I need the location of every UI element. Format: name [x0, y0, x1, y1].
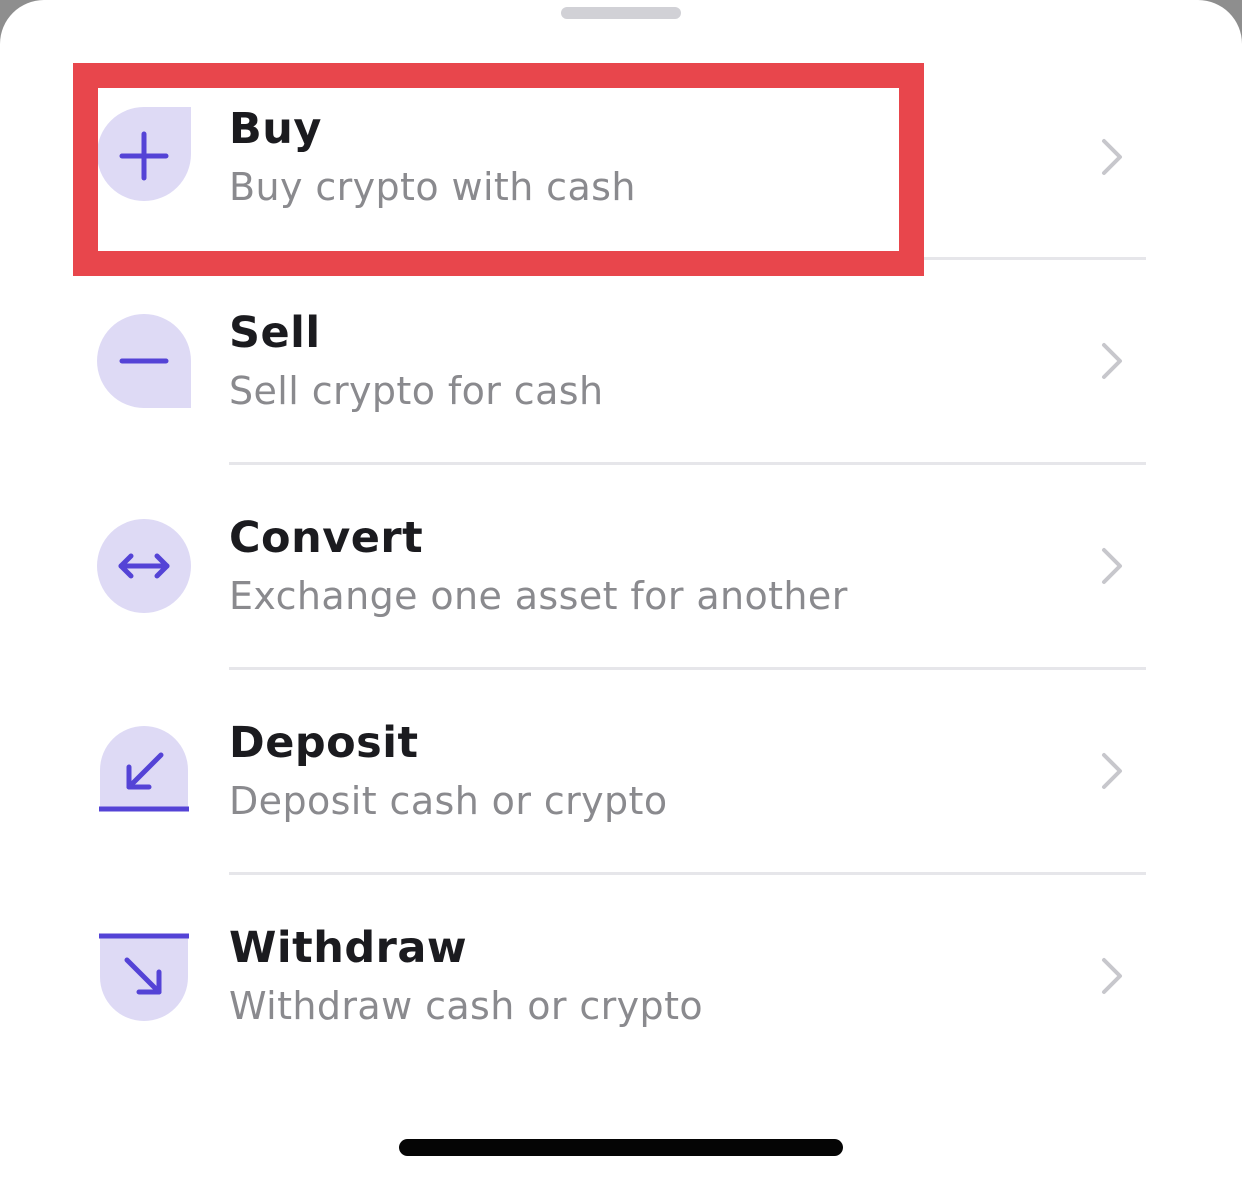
deposit-title: Deposit [229, 718, 419, 768]
withdraw-subtitle: Withdraw cash or crypto [229, 984, 704, 1028]
minus-icon [97, 314, 191, 408]
chevron-right-icon [1098, 546, 1128, 586]
divider [229, 872, 1146, 875]
deposit-row[interactable]: Deposit Deposit cash or crypto [0, 672, 1242, 877]
buy-title: Buy [229, 104, 322, 154]
plus-icon [97, 107, 191, 201]
withdraw-row[interactable]: Withdraw Withdraw cash or crypto [0, 877, 1242, 1082]
deposit-subtitle: Deposit cash or crypto [229, 779, 668, 823]
divider [229, 462, 1146, 465]
buy-row[interactable]: Buy Buy crypto with cash [0, 60, 1242, 265]
buy-subtitle: Buy crypto with cash [229, 165, 636, 209]
divider [229, 667, 1146, 670]
convert-row[interactable]: Convert Exchange one asset for another [0, 467, 1242, 672]
chevron-right-icon [1098, 341, 1128, 381]
convert-subtitle: Exchange one asset for another [229, 574, 848, 618]
convert-title: Convert [229, 513, 424, 563]
sell-subtitle: Sell crypto for cash [229, 369, 604, 413]
sell-row[interactable]: Sell Sell crypto for cash [0, 262, 1242, 467]
arrow-down-right-out-of-tray-icon [97, 932, 191, 1024]
chevron-right-icon [1098, 956, 1128, 996]
arrows-horizontal-icon [97, 519, 191, 613]
sheet-grabber[interactable] [561, 7, 681, 19]
arrow-down-left-into-tray-icon [97, 723, 191, 815]
chevron-right-icon [1098, 751, 1128, 791]
home-indicator [399, 1139, 843, 1156]
chevron-right-icon [1098, 137, 1128, 177]
withdraw-title: Withdraw [229, 923, 468, 973]
divider [229, 257, 1146, 260]
sell-title: Sell [229, 308, 321, 358]
action-sheet: Buy Buy crypto with cash Sell Sell crypt… [0, 0, 1242, 1179]
